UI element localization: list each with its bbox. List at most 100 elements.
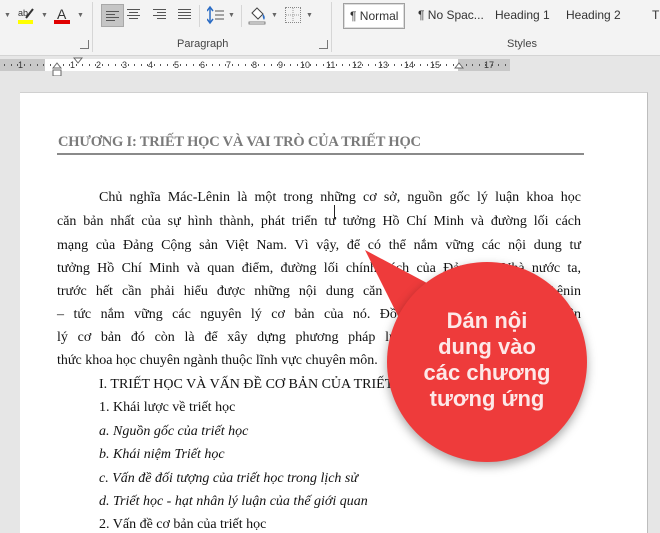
style-heading-1[interactable]: Heading 1 [495,3,550,27]
justify-button[interactable] [178,7,192,21]
highlight-dropdown-arrow[interactable]: ▼ [41,12,48,19]
style-normal[interactable]: ¶ Normal [343,3,406,29]
ruler-tick [173,64,174,66]
ruler-tick [121,64,122,66]
ribbon: ▼ ab ▼ A ▼ ▼ ▼ ▼ Paragraph ¶ Normal ¶ No… [0,0,660,56]
ruler-tick [479,64,480,66]
align-right-icon [153,9,167,19]
outline-item: b. Khái niệm Triết học [99,447,225,462]
right-indent-marker[interactable] [454,61,464,69]
ruler-tick [4,64,5,66]
ruler-tick [17,64,18,66]
line-spacing-icon [206,5,224,25]
ruler-tick [466,64,467,66]
font-color-swatch [54,20,70,24]
group-separator [331,2,332,52]
style-heading-2[interactable]: Heading 2 [566,3,621,27]
ruler-tick [128,64,129,66]
ruler-tick [199,64,200,66]
align-left-icon [102,5,123,27]
ruler-tick [258,64,259,66]
first-line-indent-marker[interactable] [73,57,83,65]
heading-underline [57,153,584,155]
ruler-tick [362,64,363,66]
ruler-number: 15 [430,60,441,70]
chapter-heading[interactable]: CHƯƠNG I: TRIẾT HỌC VÀ VAI TRÒ CỦA TRIẾT… [58,134,584,151]
borders-dropdown-arrow[interactable]: ▼ [306,12,313,19]
shading-dropdown-arrow[interactable]: ▼ [271,12,278,19]
ruler-number: 8 [252,60,258,70]
ruler-tick [69,64,70,66]
ruler-tick [154,64,155,66]
ruler-number: 7 [226,60,232,70]
styles-gallery: ¶ Normal ¶ No Spac... Heading 1 Heading … [338,0,660,32]
align-right-button[interactable] [153,7,167,21]
font-color-icon: A [54,6,70,24]
style-no-spacing[interactable]: ¶ No Spac... [418,3,484,27]
font-color-dropdown-arrow[interactable]: ▼ [77,12,84,19]
paragraph-line: Chủ nghĩa Mác-Lênin là một trong những c… [99,190,581,205]
ruler-tick [264,64,265,66]
font-dropdown-arrow[interactable]: ▼ [4,12,11,19]
ruler-tick [219,64,220,66]
ruler-tick [212,64,213,66]
ruler-tick [498,64,499,66]
ruler-tick [336,64,337,66]
borders-icon [286,8,300,22]
ruler-tick [11,64,12,66]
borders-button[interactable] [285,7,301,23]
callout-line: Dán nội [446,308,528,333]
paragraph-line: mạng của Đảng Cộng sản Việt Nam. Vì vậy,… [57,238,581,253]
outline-item: 2. Vấn đề cơ bản của triết học [99,517,267,532]
ruler-number: 1 [18,60,24,70]
ruler-tick [238,64,239,66]
ruler-tick [89,64,90,66]
ruler-tick [271,64,272,66]
align-center-button[interactable] [127,7,141,21]
ruler-tick [472,64,473,66]
ruler-tick [355,64,356,66]
ruler-tick [186,64,187,66]
ruler-tick [50,64,51,66]
outline-item: c. Vấn đề đối tượng của triết học trong … [99,471,359,486]
line-spacing-dropdown-arrow[interactable]: ▼ [228,12,235,19]
ruler-tick [167,64,168,66]
callout-line: tương ứng [429,386,545,411]
ruler-number: 6 [200,60,206,70]
ruler-tick [95,64,96,66]
svg-text:A: A [57,6,67,22]
shading-button[interactable] [248,4,268,26]
text-highlight-color-button[interactable]: ab [17,5,37,25]
font-color-button[interactable]: A [53,5,73,25]
callout-text: Dán nội dung vào các chương tương ứng [387,308,587,412]
separator [241,5,242,27]
ruler-tick [30,64,31,66]
paragraph-dialog-launcher[interactable] [319,40,328,49]
ruler-tick [368,64,369,66]
ruler-tick [102,64,103,66]
ruler-number: 11 [326,60,336,70]
paint-bucket-icon [248,7,266,25]
outline-item: I. TRIẾT HỌC VÀ VẤN ĐỀ CƠ BẢN CỦA TRIẾT … [99,377,427,392]
ruler-number: 5 [174,60,180,70]
ruler-tick [180,64,181,66]
font-dialog-launcher[interactable] [80,40,89,49]
separator [199,5,200,27]
ruler-tick [485,64,486,66]
ruler-number: 13 [378,60,389,70]
ruler-tick [134,64,135,66]
ruler-tick [303,64,304,66]
ruler-number: 3 [122,60,128,70]
ruler-tick [43,64,44,66]
ruler-tick [108,64,109,66]
horizontal-ruler[interactable]: 1 1 2 3 4 5 6 7 8 9 10 11 12 13 14 15 17 [0,56,660,77]
align-left-button[interactable] [101,4,124,27]
ruler-tick [141,64,142,66]
styles-group-label: Styles [507,38,537,50]
ruler-tick [414,64,415,66]
ruler-tick [388,64,389,66]
ruler-number: 9 [278,60,284,70]
line-spacing-button[interactable] [206,5,225,25]
ruler-tick [277,64,278,66]
style-title[interactable]: T [652,3,659,27]
